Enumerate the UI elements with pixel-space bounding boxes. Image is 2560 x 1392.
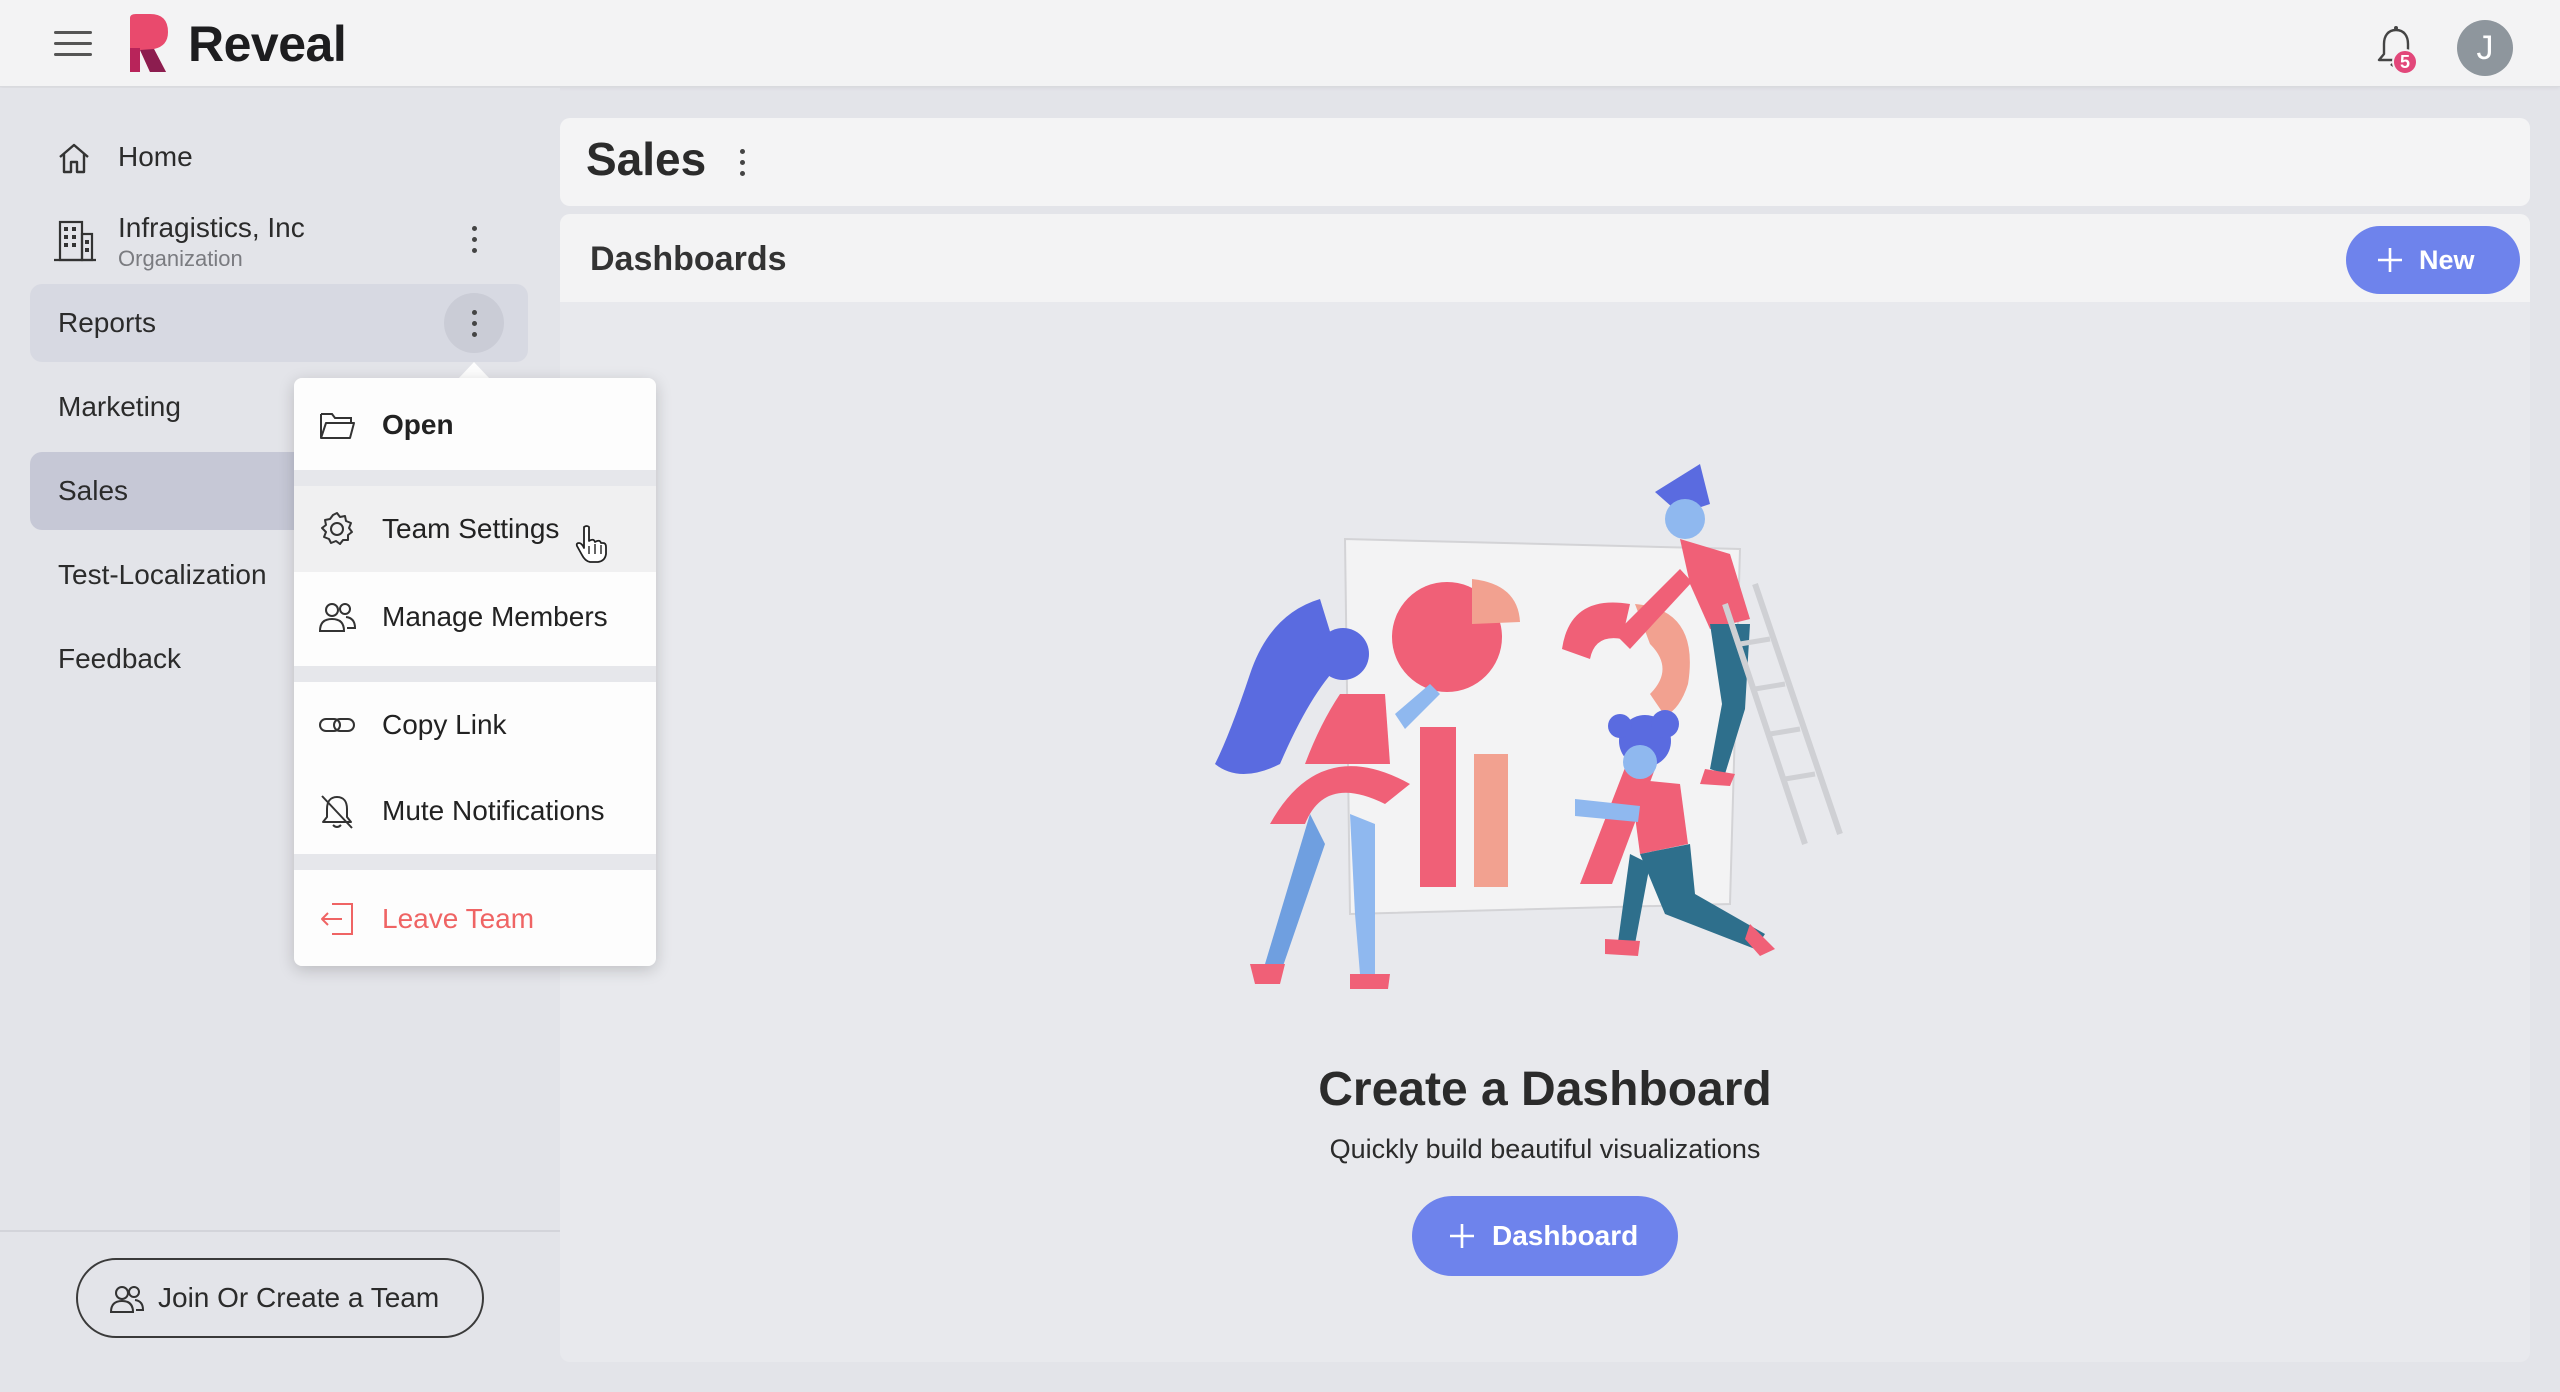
team-more-button[interactable] <box>444 293 504 353</box>
gear-icon <box>321 512 353 545</box>
menu-item-mute-notifications[interactable]: Mute Notifications <box>294 768 656 854</box>
app-name: Reveal <box>188 16 347 72</box>
dashboard-button-label: Dashboard <box>1492 1220 1639 1251</box>
create-dashboard-button[interactable]: Dashboard <box>1412 1196 1678 1276</box>
reveal-logo-icon <box>130 14 168 72</box>
sidebar-item-organization[interactable]: Infragistics, Inc Organization <box>30 200 528 278</box>
menu-item-label: Manage Members <box>382 601 608 632</box>
folder-open-icon <box>320 413 355 439</box>
sidebar-item-label: Feedback <box>58 643 181 674</box>
user-avatar[interactable]: J <box>2457 20 2513 76</box>
menu-group-settings: Team Settings Manage Members <box>294 486 656 666</box>
menu-item-label: Mute Notifications <box>382 795 605 826</box>
sidebar-item-home[interactable]: Home <box>30 118 528 196</box>
organization-name: Infragistics, Inc <box>118 212 305 243</box>
top-bar: Reveal 5 J <box>0 0 2560 87</box>
menu-item-label: Open <box>382 409 454 440</box>
more-vertical-icon <box>471 223 477 256</box>
new-dashboard-button[interactable]: New <box>2346 226 2520 294</box>
menu-item-label: Leave Team <box>382 903 535 934</box>
page-more-button[interactable] <box>712 132 772 192</box>
sidebar-item-reports[interactable]: Reports <box>30 284 528 362</box>
menu-group-leave: Leave Team <box>294 870 656 966</box>
app-logo[interactable]: Reveal <box>124 14 347 74</box>
page-title: Sales <box>586 133 707 185</box>
join-or-create-team-button[interactable]: Join Or Create a Team <box>76 1258 484 1338</box>
menu-group-share: Copy Link Mute Notifications <box>294 682 656 854</box>
notification-count-badge: 5 <box>2392 49 2418 75</box>
hand-cursor-icon <box>575 525 607 563</box>
menu-item-manage-members[interactable]: Manage Members <box>294 574 656 660</box>
sidebar-item-label: Sales <box>58 475 129 506</box>
section-title: Dashboards <box>590 240 787 278</box>
organization-subtitle: Organization <box>118 246 243 271</box>
people-icon <box>110 1286 144 1313</box>
people-icon <box>318 603 356 632</box>
sidebar-divider <box>0 1230 560 1232</box>
building-icon <box>54 220 96 262</box>
menu-group-open: Open <box>294 378 656 470</box>
exit-icon <box>321 903 353 935</box>
dashboards-panel: Dashboards New Create a Dashboard Quickl… <box>560 214 2530 1362</box>
sidebar-item-label: Reports <box>58 307 157 338</box>
plus-icon <box>1450 1224 1474 1248</box>
organization-more-button[interactable] <box>444 209 504 269</box>
sidebar-item-label: Marketing <box>58 391 181 422</box>
link-icon <box>319 718 355 732</box>
menu-item-open[interactable]: Open <box>294 382 656 468</box>
empty-state-illustration <box>1215 464 1843 989</box>
empty-state-subtitle: Quickly build beautiful visualizations <box>1329 1134 1761 1164</box>
menu-item-leave-team[interactable]: Leave Team <box>294 876 656 962</box>
menu-caret <box>458 362 490 379</box>
more-vertical-icon <box>471 307 477 340</box>
menu-item-label: Team Settings <box>382 513 560 544</box>
menu-item-label: Copy Link <box>382 709 507 740</box>
team-context-menu: Open Team Settings Manage Members Copy L… <box>294 378 656 966</box>
sidebar-item-label: Test-Localization <box>58 559 267 590</box>
home-icon <box>59 143 89 174</box>
dashboards-header: Dashboards New <box>560 214 2530 302</box>
bell-off-icon <box>321 795 353 829</box>
menu-item-copy-link[interactable]: Copy Link <box>294 682 656 768</box>
join-button-label: Join Or Create a Team <box>158 1282 440 1313</box>
sidebar-item-label: Home <box>118 141 193 172</box>
empty-state-title: Create a Dashboard <box>1318 1063 1772 1116</box>
hamburger-menu-icon[interactable] <box>54 28 92 60</box>
page-header: Sales <box>560 118 2530 206</box>
plus-icon <box>2378 248 2402 272</box>
more-vertical-icon <box>739 146 745 179</box>
new-button-label: New <box>2419 244 2475 275</box>
